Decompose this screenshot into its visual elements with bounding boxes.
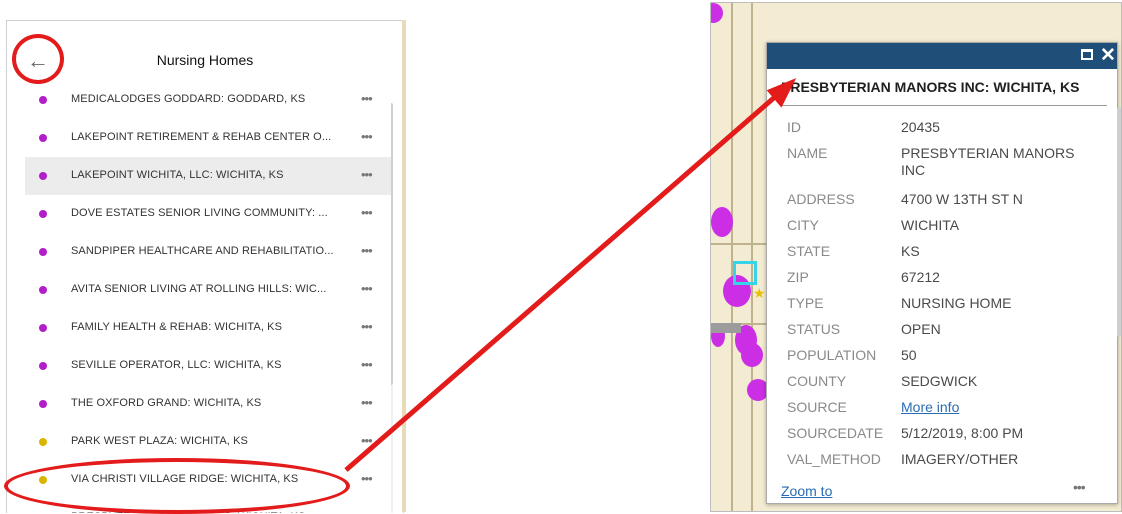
field-value: 4700 W 13TH ST N [901, 191, 1023, 207]
field-value: PRESBYTERIAN MANORS INC [901, 145, 1075, 178]
more-options-icon[interactable]: ••• [361, 509, 373, 513]
list-item[interactable]: SANDPIPER HEALTHCARE AND REHABILITATIO..… [25, 233, 391, 271]
list-item-label: LAKEPOINT WICHITA, LLC: WICHITA, KS [71, 169, 284, 181]
field-name: CITY [787, 217, 819, 233]
point-symbol-icon [39, 286, 47, 294]
list-item-label: PARK WEST PLAZA: WICHITA, KS [71, 435, 248, 447]
more-options-icon[interactable]: ••• [361, 395, 373, 410]
list-item[interactable]: FAMILY HEALTH & REHAB: WICHITA, KS ••• [25, 309, 391, 347]
list-item[interactable]: LAKEPOINT WICHITA, LLC: WICHITA, KS ••• [25, 157, 391, 195]
more-options-icon[interactable]: ••• [361, 281, 373, 296]
field-value: SEDGWICK [901, 373, 978, 389]
map-highway-shield [711, 323, 741, 333]
more-options-icon[interactable]: ••• [361, 471, 373, 486]
point-symbol-icon [39, 362, 47, 370]
map-road [751, 3, 753, 511]
field-value: IMAGERY/OTHER [901, 451, 1019, 467]
map-road [711, 243, 771, 245]
field-name: STATE [787, 243, 831, 259]
feature-popup: ✕ PRESBYTERIAN MANORS INC: WICHITA, KS Z… [766, 42, 1121, 504]
annotation-circle [12, 34, 64, 84]
field-value: 20435 [901, 119, 940, 135]
list-item-label: AVITA SENIOR LIVING AT ROLLING HILLS: WI… [71, 283, 327, 295]
field-name: SOURCEDATE [787, 425, 884, 441]
list-item-label: LAKEPOINT RETIREMENT & REHAB CENTER O... [71, 131, 332, 143]
point-symbol-icon [39, 324, 47, 332]
popup-header: ✕ [767, 43, 1117, 69]
list-item-label: MEDICALODGES GODDARD: GODDARD, KS [71, 93, 306, 105]
list-item-label: SEVILLE OPERATOR, LLC: WICHITA, KS [71, 359, 282, 371]
more-options-icon[interactable]: ••• [361, 319, 373, 334]
map-road [731, 3, 733, 511]
zoom-to-link[interactable]: Zoom to [781, 483, 832, 499]
list-item-label: SANDPIPER HEALTHCARE AND REHABILITATIO..… [71, 245, 334, 257]
list-item-label: FAMILY HEALTH & REHAB: WICHITA, KS [71, 321, 283, 333]
field-name: COUNTY [787, 373, 847, 389]
field-name: SOURCE [787, 399, 847, 415]
close-icon[interactable]: ✕ [1100, 43, 1116, 69]
list-item-label: THE OXFORD GRAND: WICHITA, KS [71, 397, 262, 409]
field-value: KS [901, 243, 920, 259]
list-item[interactable]: THE OXFORD GRAND: WICHITA, KS ••• [25, 385, 391, 423]
map-point[interactable] [711, 3, 723, 23]
list-item[interactable]: MEDICALODGES GODDARD: GODDARD, KS ••• [25, 81, 391, 119]
list-item[interactable]: AVITA SENIOR LIVING AT ROLLING HILLS: WI… [25, 271, 391, 309]
list-item[interactable]: DOVE ESTATES SENIOR LIVING COMMUNITY: ..… [25, 195, 391, 233]
selection-box [733, 261, 757, 285]
map-point[interactable] [711, 207, 733, 237]
field-name: TYPE [787, 295, 824, 311]
star-icon: ★ [753, 285, 766, 301]
list-item[interactable]: SEVILLE OPERATOR, LLC: WICHITA, KS ••• [25, 347, 391, 385]
field-value: 5/12/2019, 8:00 PM [901, 425, 1024, 441]
more-options-icon[interactable]: ••• [361, 243, 373, 258]
popup-title: PRESBYTERIAN MANORS INC: WICHITA, KS [781, 79, 1080, 95]
point-symbol-icon [39, 248, 47, 256]
more-options-icon[interactable]: ••• [361, 433, 373, 448]
field-value: OPEN [901, 321, 941, 337]
popup-scrollbar[interactable] [1117, 107, 1121, 337]
point-symbol-icon [39, 172, 47, 180]
more-info-link[interactable]: More info [901, 399, 1101, 416]
more-options-icon[interactable]: ••• [361, 129, 373, 144]
list-item[interactable]: LAKEPOINT RETIREMENT & REHAB CENTER O...… [25, 119, 391, 157]
more-options-icon[interactable]: ••• [1073, 479, 1086, 495]
more-options-icon[interactable]: ••• [361, 357, 373, 372]
field-name: STATUS [787, 321, 841, 337]
more-options-icon[interactable]: ••• [361, 167, 373, 182]
point-symbol-icon [39, 400, 47, 408]
field-value: 50 [901, 347, 917, 363]
panel-title: Nursing Homes [156, 52, 254, 68]
feature-list-panel: Nursing Homes ← MEDICALODGES GODDARD: GO… [6, 20, 404, 513]
list-item[interactable]: PARK WEST PLAZA: WICHITA, KS ••• [25, 423, 391, 461]
field-value: 67212 [901, 269, 940, 285]
field-value: NURSING HOME [901, 295, 1012, 311]
field-name: VAL_METHOD [787, 451, 881, 467]
field-name: ADDRESS [787, 191, 855, 207]
more-options-icon[interactable]: ••• [361, 91, 373, 106]
field-value: WICHITA [901, 217, 960, 233]
field-name: POPULATION [787, 347, 877, 363]
field-name: ID [787, 119, 801, 135]
field-name: ZIP [787, 269, 809, 285]
more-options-icon[interactable]: ••• [361, 205, 373, 220]
point-symbol-icon [39, 134, 47, 142]
map-point[interactable] [741, 343, 763, 367]
field-name: NAME [787, 145, 828, 161]
map-edge [402, 20, 406, 512]
list-item-label: DOVE ESTATES SENIOR LIVING COMMUNITY: ..… [71, 207, 328, 219]
divider [781, 105, 1107, 106]
point-symbol-icon [39, 210, 47, 218]
maximize-icon[interactable] [1081, 49, 1093, 60]
point-symbol-icon [39, 438, 47, 446]
annotation-ellipse [4, 458, 350, 514]
point-symbol-icon [39, 96, 47, 104]
